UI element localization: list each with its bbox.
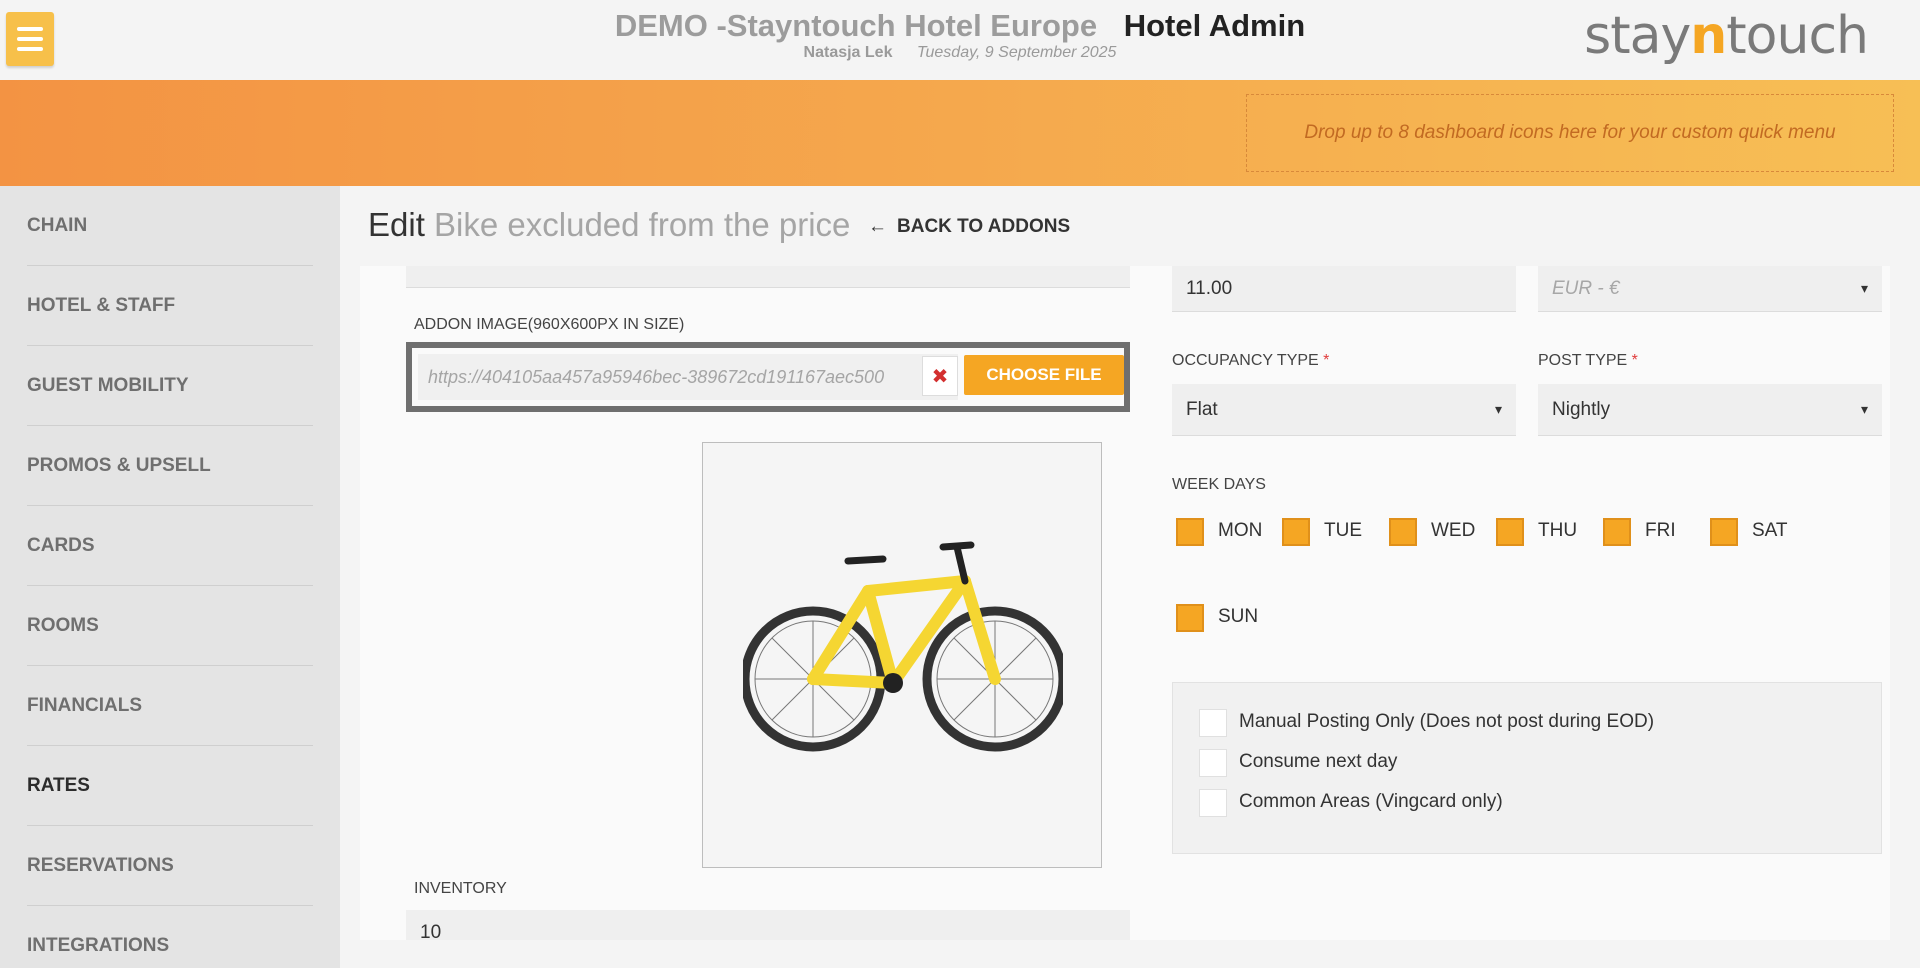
quick-menu-banner: Drop up to 8 dashboard icons here for yo…: [0, 80, 1920, 186]
posting-options-box: Manual Posting Only (Does not post durin…: [1172, 682, 1882, 854]
weekday-checkbox-fri[interactable]: [1603, 518, 1631, 546]
edit-label: Edit: [368, 206, 425, 243]
occupancy-type-label: OCCUPANCY TYPE *: [1172, 352, 1330, 369]
sidebar-item-promos-upsell[interactable]: PROMOS & UPSELL: [27, 426, 313, 506]
quick-menu-dropzone[interactable]: Drop up to 8 dashboard icons here for yo…: [1246, 94, 1894, 172]
weekday-checkbox-sat[interactable]: [1710, 518, 1738, 546]
weekday-checkbox-thu[interactable]: [1496, 518, 1524, 546]
sidebar-item-integrations[interactable]: INTEGRATIONS: [27, 906, 313, 968]
inventory-input[interactable]: 10: [406, 910, 1130, 940]
stayntouch-logo: stayntouch: [1584, 6, 1869, 66]
sidebar-item-financials[interactable]: FINANCIALS: [27, 666, 313, 746]
page-heading: Edit Bike excluded from the price: [368, 206, 850, 244]
app-name: Hotel Admin: [1123, 8, 1306, 43]
sidebar-item-cards[interactable]: CARDS: [27, 506, 313, 586]
arrow-left-icon: ←: [868, 216, 887, 237]
manual-posting-checkbox[interactable]: [1199, 709, 1227, 737]
addon-image-upload: https://404105aa457a95946bec-389672cd191…: [406, 342, 1130, 412]
common-areas-label: Common Areas (Vingcard only): [1239, 791, 1503, 812]
occupancy-type-select[interactable]: Flat: [1172, 384, 1516, 436]
amount-input[interactable]: 11.00: [1172, 266, 1516, 312]
addon-image-preview: [702, 442, 1102, 868]
previous-field[interactable]: [406, 266, 1130, 288]
weekday-label-mon: MON: [1218, 520, 1263, 541]
weekday-label-tue: TUE: [1324, 520, 1362, 541]
common-areas-checkbox[interactable]: [1199, 789, 1227, 817]
inventory-label: INVENTORY: [414, 880, 507, 897]
sidebar-item-rates[interactable]: RATES: [27, 746, 313, 826]
weekday-checkbox-wed[interactable]: [1389, 518, 1417, 546]
back-to-addons-link[interactable]: ← BACK TO ADDONS: [868, 216, 1070, 238]
week-days-label: WEEK DAYS: [1172, 476, 1266, 493]
weekday-checkbox-tue[interactable]: [1282, 518, 1310, 546]
consume-next-day-checkbox[interactable]: [1199, 749, 1227, 777]
current-date: Tuesday, 9 September 2025: [916, 44, 1117, 61]
weekday-checkbox-mon[interactable]: [1176, 518, 1204, 546]
addon-name: Bike excluded from the price: [434, 206, 851, 243]
weekday-label-sun: SUN: [1218, 606, 1259, 627]
close-icon: ✖: [931, 365, 949, 388]
clear-image-button[interactable]: ✖: [922, 356, 958, 396]
manual-posting-label: Manual Posting Only (Does not post durin…: [1239, 711, 1655, 732]
user-name: Natasja Lek: [803, 44, 893, 61]
post-type-label: POST TYPE *: [1538, 352, 1638, 369]
weekday-label-sat: SAT: [1752, 520, 1788, 541]
sidebar: CHAIN HOTEL & STAFF GUEST MOBILITY PROMO…: [0, 186, 340, 968]
hotel-name: DEMO -Stayntouch Hotel Europe: [614, 8, 1098, 43]
currency-select[interactable]: EUR - €: [1538, 266, 1882, 312]
sidebar-item-reservations[interactable]: RESERVATIONS: [27, 826, 313, 906]
sidebar-item-chain[interactable]: CHAIN: [27, 186, 313, 266]
weekday-label-fri: FRI: [1645, 520, 1676, 541]
weekday-label-wed: WED: [1431, 520, 1476, 541]
addon-form-panel: ADDON IMAGE(960X600PX IN SIZE) https://4…: [360, 266, 1890, 940]
choose-file-button[interactable]: CHOOSE FILE: [964, 355, 1124, 395]
image-url-input[interactable]: https://404105aa457a95946bec-389672cd191…: [418, 354, 958, 400]
sidebar-item-hotel-staff[interactable]: HOTEL & STAFF: [27, 266, 313, 346]
post-type-select[interactable]: Nightly: [1538, 384, 1882, 436]
addon-image-label: ADDON IMAGE(960X600PX IN SIZE): [414, 316, 685, 333]
top-header: DEMO -Stayntouch Hotel Europe Hotel Admi…: [0, 0, 1920, 80]
bicycle-image: [743, 541, 1063, 752]
weekday-label-thu: THU: [1538, 520, 1578, 541]
consume-next-day-label: Consume next day: [1239, 751, 1398, 772]
sidebar-item-guest-mobility[interactable]: GUEST MOBILITY: [27, 346, 313, 426]
sidebar-item-rooms[interactable]: ROOMS: [27, 586, 313, 666]
weekday-checkbox-sun[interactable]: [1176, 604, 1204, 632]
main-content: Edit Bike excluded from the price ← BACK …: [340, 186, 1920, 968]
